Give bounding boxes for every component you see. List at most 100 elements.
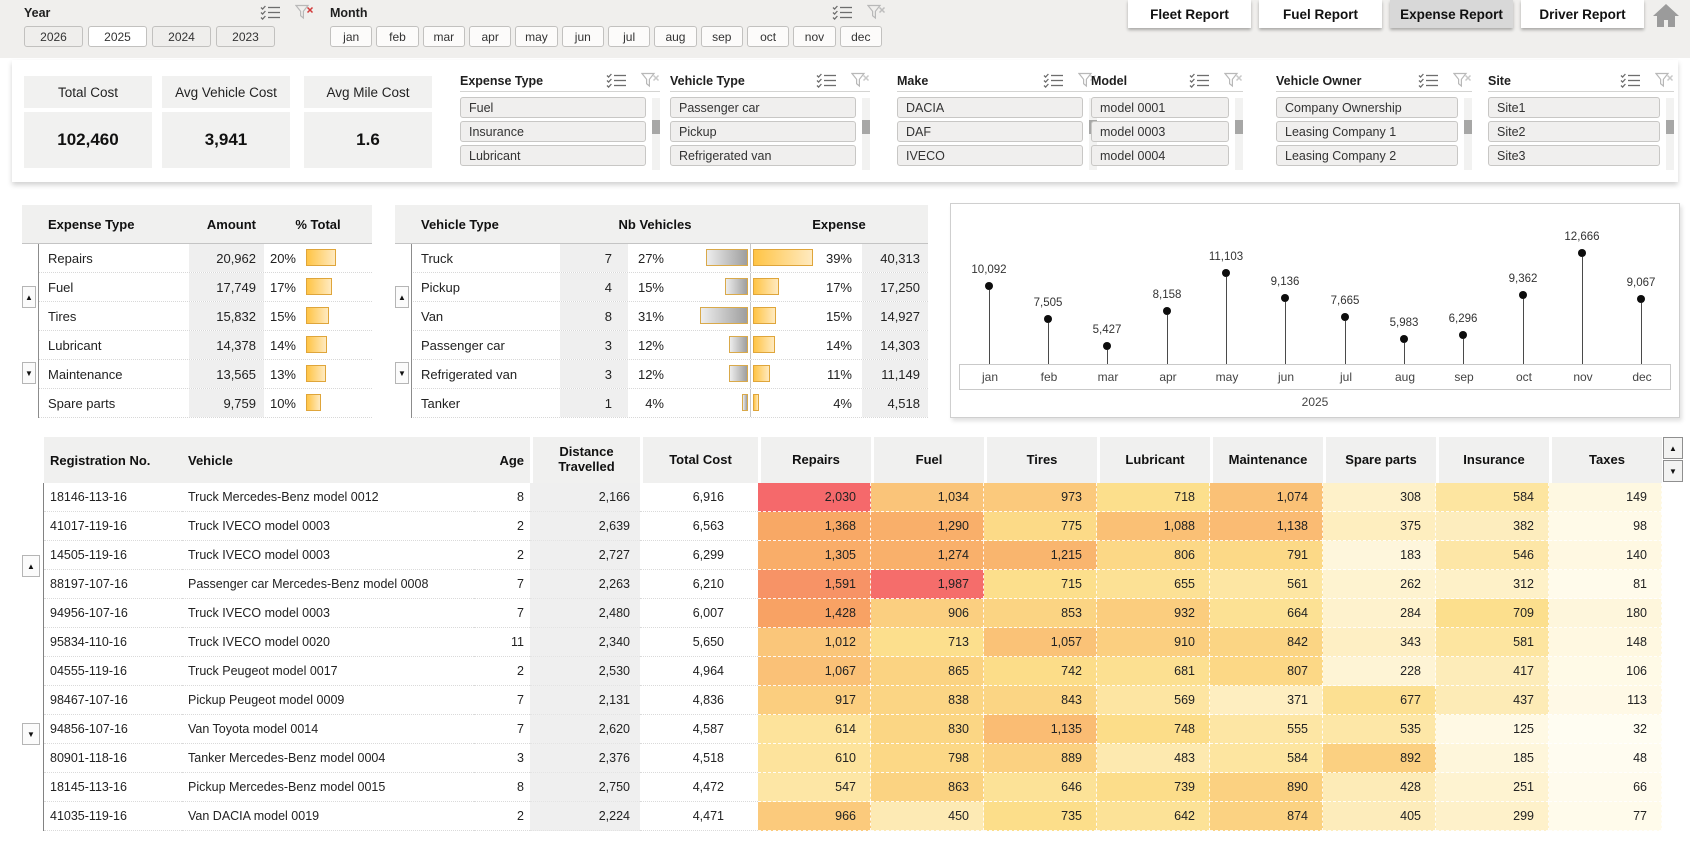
expense-row[interactable]: Fuel 17,749 17%: [22, 273, 372, 302]
clear-filter-icon[interactable]: [851, 72, 870, 89]
vehicle-type-row[interactable]: Passenger car 3 12% 14% 14,303: [395, 331, 928, 360]
scroll-up-button[interactable]: ▲: [1663, 437, 1683, 459]
slicer-scrollbar[interactable]: [1464, 98, 1472, 170]
column-header-insurance[interactable]: Insurance: [1436, 437, 1549, 483]
lollipop-point[interactable]: [1281, 294, 1289, 302]
month-option-feb[interactable]: feb: [376, 26, 419, 47]
detail-table-row[interactable]: 80901-118-16 Tanker Mercedes-Benz model 0…: [22, 744, 1684, 773]
detail-table-row[interactable]: 94956-107-16 Truck IVECO model 0003 7 2,480…: [22, 599, 1684, 628]
detail-table-row[interactable]: 18146-113-16 Truck Mercedes-Benz model 00…: [22, 483, 1684, 512]
scroll-up-button[interactable]: ▲: [395, 286, 409, 308]
slicer-scrollbar[interactable]: [1666, 98, 1674, 170]
column-header-lubricant[interactable]: Lubricant: [1097, 437, 1210, 483]
scrollbar-thumb[interactable]: [862, 120, 870, 134]
clear-filter-icon[interactable]: [641, 72, 660, 89]
scroll-down-button[interactable]: ▼: [395, 362, 409, 384]
scroll-down-button[interactable]: ▼: [1663, 460, 1683, 482]
slicer-item[interactable]: Pickup: [670, 121, 856, 142]
vehicle-type-row[interactable]: Pickup 4 15% 17% 17,250: [395, 273, 928, 302]
month-option-sep[interactable]: sep: [700, 26, 743, 47]
year-option-2023[interactable]: 2023: [216, 26, 275, 47]
lollipop-point[interactable]: [985, 282, 993, 290]
month-option-apr[interactable]: apr: [468, 26, 512, 47]
month-option-oct[interactable]: oct: [746, 26, 790, 47]
slicer-item[interactable]: Site2: [1488, 121, 1660, 142]
select-multiple-icon[interactable]: [1189, 73, 1210, 88]
lollipop-point[interactable]: [1222, 269, 1230, 277]
slicer-item[interactable]: Lubricant: [460, 145, 646, 166]
column-header-vehicle[interactable]: Vehicle: [182, 437, 474, 483]
lollipop-point[interactable]: [1044, 315, 1052, 323]
slicer-item[interactable]: model 0004: [1091, 145, 1229, 166]
month-option-jan[interactable]: jan: [330, 26, 373, 47]
slicer-item[interactable]: IVECO: [897, 145, 1083, 166]
scrollbar-thumb[interactable]: [1235, 120, 1243, 134]
detail-table-row[interactable]: 95834-110-16 Truck IVECO model 0020 11 2,34…: [22, 628, 1684, 657]
slicer-item[interactable]: DAF: [897, 121, 1083, 142]
home-button[interactable]: [1650, 2, 1682, 29]
month-option-jun[interactable]: jun: [561, 26, 604, 47]
month-option-nov[interactable]: nov: [793, 26, 836, 47]
clear-filter-icon[interactable]: [867, 4, 886, 21]
slicer-scrollbar[interactable]: [1235, 98, 1243, 170]
clear-filter-icon[interactable]: [1224, 72, 1243, 89]
expense-row[interactable]: Spare parts 9,759 10%: [22, 389, 372, 418]
scrollbar-thumb[interactable]: [1464, 120, 1472, 134]
month-option-dec[interactable]: dec: [839, 26, 882, 47]
lollipop-point[interactable]: [1400, 335, 1408, 343]
lollipop-point[interactable]: [1459, 331, 1467, 339]
month-option-may[interactable]: may: [515, 26, 558, 47]
clear-filter-icon[interactable]: [1655, 72, 1674, 89]
vehicle-type-row[interactable]: Van 8 31% 15% 14,927: [395, 302, 928, 331]
slicer-item[interactable]: Leasing Company 1: [1276, 121, 1458, 142]
slicer-item[interactable]: Leasing Company 2: [1276, 145, 1458, 166]
slicer-item[interactable]: Refrigerated van: [670, 145, 856, 166]
column-header-tires[interactable]: Tires: [984, 437, 1097, 483]
tab-expense-report[interactable]: Expense Report: [1390, 0, 1513, 28]
scroll-down-button[interactable]: ▼: [22, 362, 36, 384]
slicer-item[interactable]: Site3: [1488, 145, 1660, 166]
column-header-repairs[interactable]: Repairs: [758, 437, 871, 483]
slicer-item[interactable]: Company Ownership: [1276, 97, 1458, 118]
select-multiple-icon[interactable]: [832, 5, 853, 20]
column-header-fuel[interactable]: Fuel: [871, 437, 984, 483]
tab-fleet-report[interactable]: Fleet Report: [1128, 0, 1251, 28]
vehicle-table-scrollbar[interactable]: ▲ ▼: [395, 244, 412, 418]
month-option-aug[interactable]: aug: [654, 26, 697, 47]
detail-table-row[interactable]: 88197-107-16 Passenger car Mercedes-Benz …: [22, 570, 1684, 599]
slicer-scrollbar[interactable]: [862, 98, 870, 170]
scroll-up-button[interactable]: ▲: [22, 286, 36, 308]
select-multiple-icon[interactable]: [1620, 73, 1641, 88]
slicer-item[interactable]: Insurance: [460, 121, 646, 142]
year-option-2025[interactable]: 2025: [88, 26, 147, 47]
column-header-spare-parts[interactable]: Spare parts: [1323, 437, 1436, 483]
slicer-scrollbar[interactable]: [652, 98, 660, 170]
scrollbar-thumb[interactable]: [1666, 120, 1674, 134]
expense-table-scrollbar[interactable]: ▲ ▼: [22, 244, 39, 418]
month-option-mar[interactable]: mar: [422, 26, 465, 47]
column-header-registration-no-[interactable]: Registration No.: [44, 437, 182, 483]
slicer-item[interactable]: model 0003: [1091, 121, 1229, 142]
slicer-item[interactable]: model 0001: [1091, 97, 1229, 118]
lollipop-point[interactable]: [1341, 313, 1349, 321]
tab-driver-report[interactable]: Driver Report: [1521, 0, 1644, 28]
select-multiple-icon[interactable]: [260, 5, 281, 20]
scroll-up-button[interactable]: ▲: [22, 555, 40, 577]
lollipop-point[interactable]: [1163, 307, 1171, 315]
year-option-2026[interactable]: 2026: [24, 26, 83, 47]
column-header-maintenance[interactable]: Maintenance: [1210, 437, 1323, 483]
select-multiple-icon[interactable]: [816, 73, 837, 88]
detail-table-row[interactable]: 41035-119-16 Van DACIA model 0019 2 2,224 4,…: [22, 802, 1684, 831]
column-header-age[interactable]: Age: [474, 437, 530, 483]
lollipop-point[interactable]: [1637, 295, 1645, 303]
scroll-down-button[interactable]: ▼: [22, 723, 40, 745]
slicer-item[interactable]: Passenger car: [670, 97, 856, 118]
select-multiple-icon[interactable]: [1418, 73, 1439, 88]
detail-table-row[interactable]: 98467-107-16 Pickup Peugeot model 0009 7 2,…: [22, 686, 1684, 715]
slicer-item[interactable]: Fuel: [460, 97, 646, 118]
vehicle-type-row[interactable]: Truck 7 27% 39% 40,313: [395, 244, 928, 273]
slicer-item[interactable]: DACIA: [897, 97, 1083, 118]
clear-filter-icon[interactable]: [295, 4, 314, 21]
year-option-2024[interactable]: 2024: [152, 26, 211, 47]
scrollbar-thumb[interactable]: [652, 120, 660, 134]
